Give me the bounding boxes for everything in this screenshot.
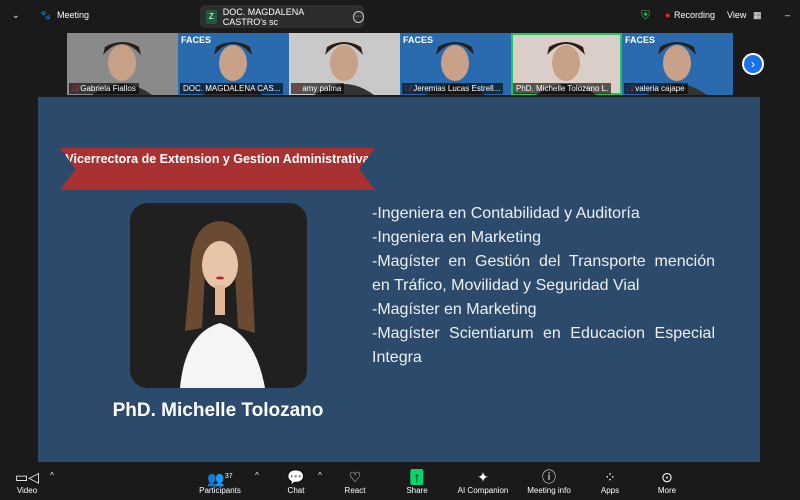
participant-tile[interactable]: 🎙̸ amy palma xyxy=(289,33,400,95)
ai-companion-button[interactable]: ✦ AI Companion xyxy=(458,468,509,495)
ai-label: AI Companion xyxy=(457,486,509,495)
participant-tile[interactable]: FACES DOC. MAGDALENA CAS... xyxy=(178,33,289,95)
credential-item: -Ingeniera en Marketing xyxy=(372,229,541,246)
grid-icon[interactable]: ▦ xyxy=(753,10,762,21)
video-options-caret[interactable]: ^ xyxy=(50,471,54,480)
chevron-down-icon[interactable]: ⌄ xyxy=(12,10,20,21)
participant-tile[interactable]: FACES 🎙̸ valeria cajape xyxy=(622,33,733,95)
participants-options-caret[interactable]: ^ xyxy=(255,471,259,480)
participant-name: 🎙̸ valeria cajape xyxy=(624,83,688,94)
react-button[interactable]: ♡ React xyxy=(345,468,366,495)
muted-mic-icon: 🎙̸ xyxy=(627,84,636,93)
participants-count: 37 xyxy=(224,473,233,480)
participants-label: Participants xyxy=(199,486,241,495)
participant-tile[interactable]: PhD. Michelle Tolozano L. xyxy=(511,33,622,95)
react-label: React xyxy=(344,486,366,495)
share-title: DOC. MAGDALENA CASTRO's sc xyxy=(222,6,304,27)
participant-name: PhD. Michelle Tolozano L. xyxy=(513,83,612,94)
more-icon: ⊙ xyxy=(661,469,673,485)
credential-item: -Magíster en Gestión del Transporte menc… xyxy=(372,253,715,294)
participant-strip: 🎙̸ Gabriela Fiallos FACES DOC. MAGDALENA C… xyxy=(67,33,733,95)
chat-icon: 💬 xyxy=(287,469,305,485)
top-bar: ⌄ 🐾 Meeting Z DOC. MAGDALENA CASTRO's sc… xyxy=(0,0,800,32)
more-label: More xyxy=(657,486,677,495)
video-button[interactable]: ▭◁ Video xyxy=(15,468,39,495)
credential-item: -Ingeniera en Contabilidad y Auditoría xyxy=(372,205,640,222)
credential-item: -Magíster Scientiarum en Educacion Espec… xyxy=(372,325,715,366)
apps-label: Apps xyxy=(600,486,620,495)
more-options-icon[interactable]: ··· xyxy=(353,10,364,23)
video-label: Video xyxy=(16,486,38,495)
title-banner: Vicerrectora de Extension y Gestion Admi… xyxy=(60,148,375,190)
chat-button[interactable]: 💬 Chat xyxy=(287,468,304,495)
share-label: Share xyxy=(406,486,428,495)
share-button[interactable]: ↑ Share xyxy=(406,468,428,495)
sparkle-icon: ✦ xyxy=(477,469,489,485)
participant-name: DOC. MAGDALENA CAS... xyxy=(180,83,284,94)
minimize-icon[interactable]: – xyxy=(785,10,790,20)
info-label: Meeting info xyxy=(527,486,571,495)
meeting-label[interactable]: Meeting xyxy=(57,10,89,20)
share-initial: Z xyxy=(206,9,217,24)
view-button[interactable]: View xyxy=(727,10,746,20)
participant-name: 🎙̸ Gabriela Fiallos xyxy=(69,83,139,94)
more-button[interactable]: ⊙ More xyxy=(658,468,676,495)
participant-tile[interactable]: 🎙̸ Gabriela Fiallos xyxy=(67,33,178,95)
participant-tile[interactable]: FACES 🎙̸ Jeremias Lucas Estrell... xyxy=(400,33,511,95)
participants-icon: 👥 xyxy=(207,470,225,487)
participant-name: 🎙̸ Jeremias Lucas Estrell... xyxy=(402,83,504,94)
shield-icon[interactable]: ⛨ xyxy=(641,8,650,23)
meeting-icon: 🐾 xyxy=(40,10,52,20)
meeting-info-button[interactable]: ⓘ Meeting info xyxy=(527,468,571,495)
apps-icon: ⁘ xyxy=(604,469,616,485)
chat-label: Chat xyxy=(287,486,305,495)
share-arrow-icon: ↑ xyxy=(406,468,427,486)
participant-name: 🎙̸ amy palma xyxy=(291,83,345,94)
muted-mic-icon: 🎙̸ xyxy=(405,84,414,93)
meeting-toolbar: ▭◁ Video ^ 👥37 Participants ^ 💬 Chat ^ ♡ Rea… xyxy=(0,463,800,500)
credential-item: -Magíster en Marketing xyxy=(372,301,537,318)
chevron-right-icon[interactable]: › xyxy=(742,53,764,75)
muted-mic-icon: 🎙̸ xyxy=(294,84,303,93)
video-camera-icon: ▭◁ xyxy=(15,469,39,485)
recording-dot-icon: ● xyxy=(665,10,671,20)
presenter-name: PhD. Michelle Tolozano xyxy=(112,400,324,421)
muted-mic-icon: 🎙̸ xyxy=(72,84,81,93)
credentials-list: -Ingeniera en Contabilidad y Auditoría -… xyxy=(372,202,715,370)
info-icon: ⓘ xyxy=(542,469,556,485)
chat-options-caret[interactable]: ^ xyxy=(318,471,322,480)
apps-button[interactable]: ⁘ Apps xyxy=(601,468,619,495)
shared-slide: Vicerrectora de Extension y Gestion Admi… xyxy=(38,97,760,462)
profile-photo xyxy=(130,203,307,388)
heart-icon: ♡ xyxy=(348,469,362,485)
screen-share-indicator[interactable]: Z DOC. MAGDALENA CASTRO's sc ··· xyxy=(200,5,364,28)
recording-label[interactable]: Recording xyxy=(674,10,715,20)
participants-button[interactable]: 👥37 Participants xyxy=(199,468,241,495)
